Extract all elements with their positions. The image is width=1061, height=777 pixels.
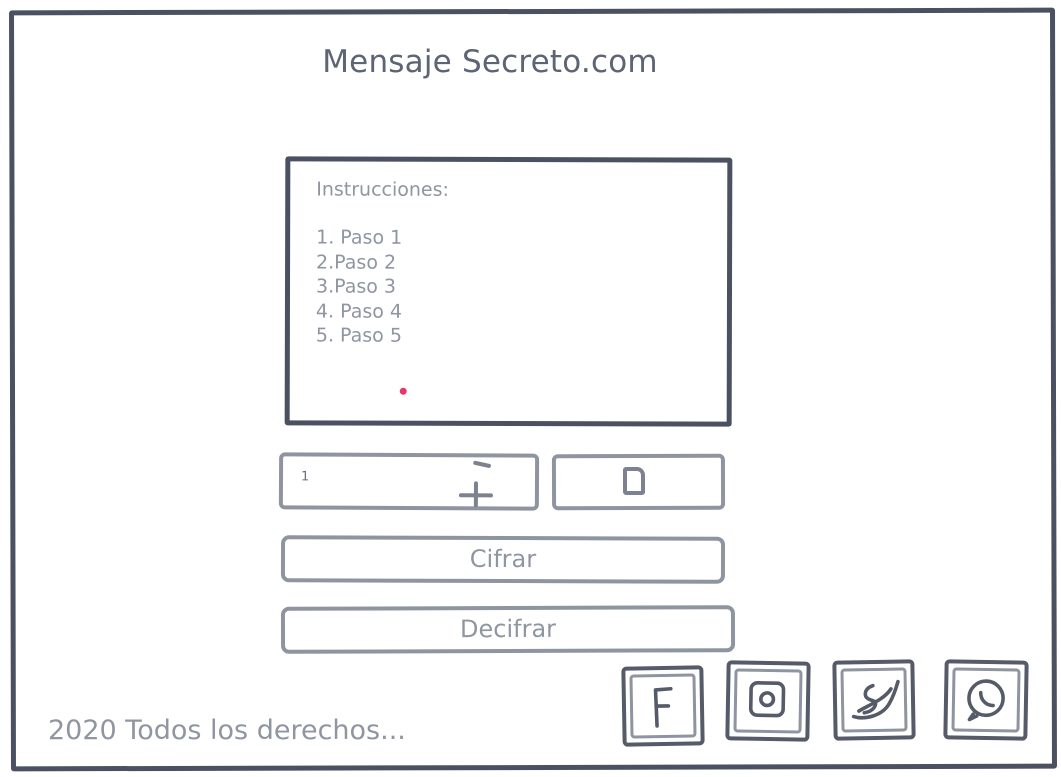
- plus-icon[interactable]: [459, 481, 493, 509]
- stepper-value[interactable]: 1: [301, 469, 309, 484]
- facebook-link[interactable]: [621, 665, 705, 747]
- instruction-step: 2.Paso 2: [316, 250, 397, 274]
- instructions-panel: Instrucciones: 1. Paso 1 2.Paso 2 3.Paso…: [284, 156, 733, 427]
- instruction-step: 5. Paso 5: [315, 324, 402, 347]
- twitter-link[interactable]: [832, 659, 916, 741]
- footer-copyright: 2020 Todos los derechos...: [48, 715, 406, 746]
- instruction-step: 4. Paso 4: [315, 299, 403, 323]
- minus-icon[interactable]: [472, 460, 492, 469]
- whatsapp-icon: [967, 679, 1005, 722]
- site-title: Mensaje Secreto.com: [322, 44, 658, 80]
- facebook-icon: [653, 686, 673, 728]
- instructions-heading: Instrucciones:: [316, 178, 449, 201]
- text-cursor: [399, 387, 407, 395]
- decrypt-button[interactable]: Decifrar: [280, 605, 736, 654]
- instruction-step: 1. Paso 1: [316, 226, 403, 249]
- encrypt-button[interactable]: Cifrar: [280, 535, 726, 584]
- shift-stepper[interactable]: 1: [278, 452, 540, 511]
- instructions-list: 1. Paso 1 2.Paso 2 3.Paso 3 4. Paso 4 5.…: [316, 225, 402, 348]
- copy-button[interactable]: [551, 453, 726, 511]
- instruction-step: 3.Paso 3: [315, 275, 397, 298]
- instagram-link[interactable]: [725, 660, 811, 742]
- instagram-icon: [748, 681, 786, 718]
- whatsapp-link[interactable]: [943, 659, 1029, 741]
- copy-icon: [622, 466, 646, 496]
- twitter-icon: [851, 679, 900, 720]
